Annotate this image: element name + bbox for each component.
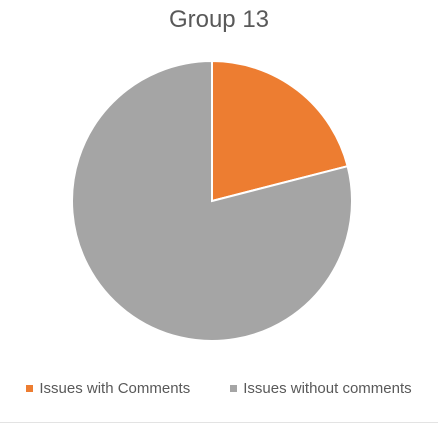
pie-chart	[71, 59, 353, 342]
legend-item-without-comments: Issues without comments	[230, 380, 412, 397]
legend-label-with-comments: Issues with Comments	[39, 380, 191, 397]
bottom-divider	[0, 422, 438, 423]
legend-swatch-without-comments	[230, 385, 238, 392]
legend-item-with-comments: Issues with Comments	[26, 380, 190, 397]
legend-label-without-comments: Issues without comments	[243, 380, 412, 397]
legend: Issues with Comments Issues without comm…	[0, 380, 438, 397]
legend-swatch-with-comments	[26, 385, 34, 392]
